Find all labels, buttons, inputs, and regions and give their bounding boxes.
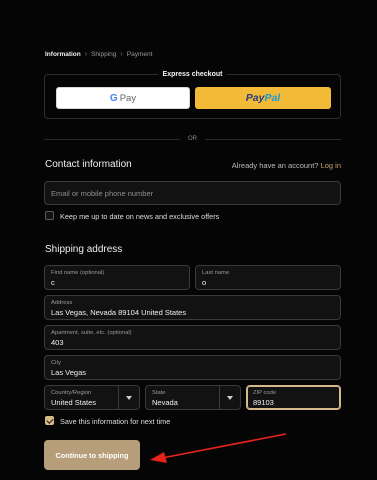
zip-code-field[interactable]: ZIP code 89103 bbox=[246, 385, 341, 410]
address-value: Las Vegas, Nevada 89104 United States bbox=[51, 308, 187, 317]
chevron-down-icon bbox=[118, 386, 139, 409]
paypal-logo-part1: Pay bbox=[245, 92, 265, 104]
first-name-field[interactable]: First name (optional) c bbox=[44, 265, 190, 290]
annotation-arrow-icon bbox=[150, 433, 287, 463]
have-account-text: Already have an account? bbox=[231, 161, 319, 170]
address-label: Address bbox=[51, 300, 73, 306]
express-checkout-box: Express checkout G Pay Pay Pal bbox=[44, 71, 341, 119]
chevron-down-icon bbox=[219, 386, 240, 409]
login-link[interactable]: Log in bbox=[321, 161, 341, 170]
breadcrumb: Information › Shipping › Payment bbox=[45, 51, 152, 58]
city-field[interactable]: City Las Vegas bbox=[44, 355, 341, 380]
google-pay-label: Pay bbox=[119, 92, 137, 104]
apartment-field[interactable]: Apartment, suite, etc. (optional) 403 bbox=[44, 325, 341, 350]
newsletter-checkbox[interactable] bbox=[45, 211, 54, 220]
first-name-value: c bbox=[51, 278, 55, 287]
divider-line bbox=[205, 138, 341, 140]
breadcrumb-payment[interactable]: Payment bbox=[127, 51, 153, 58]
city-value: Las Vegas bbox=[51, 368, 87, 377]
breadcrumb-shipping[interactable]: Shipping bbox=[91, 51, 116, 58]
country-label: Country/Region bbox=[51, 390, 92, 396]
shipping-heading: Shipping address bbox=[45, 244, 123, 255]
state-value: Nevada bbox=[152, 398, 178, 407]
email-placeholder: Email or mobile phone number bbox=[51, 188, 154, 198]
last-name-field[interactable]: Last name o bbox=[195, 265, 341, 290]
newsletter-label: Keep me up to date on news and exclusive… bbox=[60, 212, 220, 221]
apartment-value: 403 bbox=[51, 338, 64, 347]
google-pay-button[interactable]: G Pay bbox=[56, 87, 190, 109]
chevron-right-icon: › bbox=[120, 51, 123, 58]
save-info-checkbox[interactable] bbox=[45, 416, 54, 425]
first-name-label: First name (optional) bbox=[51, 270, 105, 276]
last-name-label: Last name bbox=[202, 270, 230, 276]
country-value: United States bbox=[51, 398, 97, 407]
paypal-button[interactable]: Pay Pal bbox=[195, 87, 331, 109]
login-prompt: Already have an account? Log in bbox=[232, 161, 341, 170]
zip-code-label: ZIP code bbox=[253, 390, 277, 396]
state-select[interactable]: State Nevada bbox=[145, 385, 241, 410]
express-checkout-title: Express checkout bbox=[157, 71, 228, 78]
breadcrumb-information: Information bbox=[45, 51, 81, 58]
address-field[interactable]: Address Las Vegas, Nevada 89104 United S… bbox=[44, 295, 341, 320]
city-label: City bbox=[51, 360, 61, 366]
google-g-icon: G bbox=[109, 92, 118, 104]
or-divider: OR bbox=[44, 134, 341, 144]
chevron-right-icon: › bbox=[84, 51, 88, 58]
divider-line bbox=[44, 138, 180, 140]
or-text: OR bbox=[188, 136, 197, 142]
zip-code-value: 89103 bbox=[253, 398, 274, 407]
apartment-label: Apartment, suite, etc. (optional) bbox=[51, 330, 132, 336]
contact-heading: Contact information bbox=[45, 159, 132, 170]
continue-to-shipping-button[interactable]: Continue to shipping bbox=[44, 440, 140, 470]
state-label: State bbox=[152, 390, 166, 396]
country-select[interactable]: Country/Region United States bbox=[44, 385, 140, 410]
last-name-value: o bbox=[202, 278, 207, 287]
email-field[interactable]: Email or mobile phone number bbox=[44, 181, 341, 205]
save-info-label: Save this information for next time bbox=[60, 417, 171, 426]
paypal-logo-part2: Pal bbox=[264, 92, 281, 104]
